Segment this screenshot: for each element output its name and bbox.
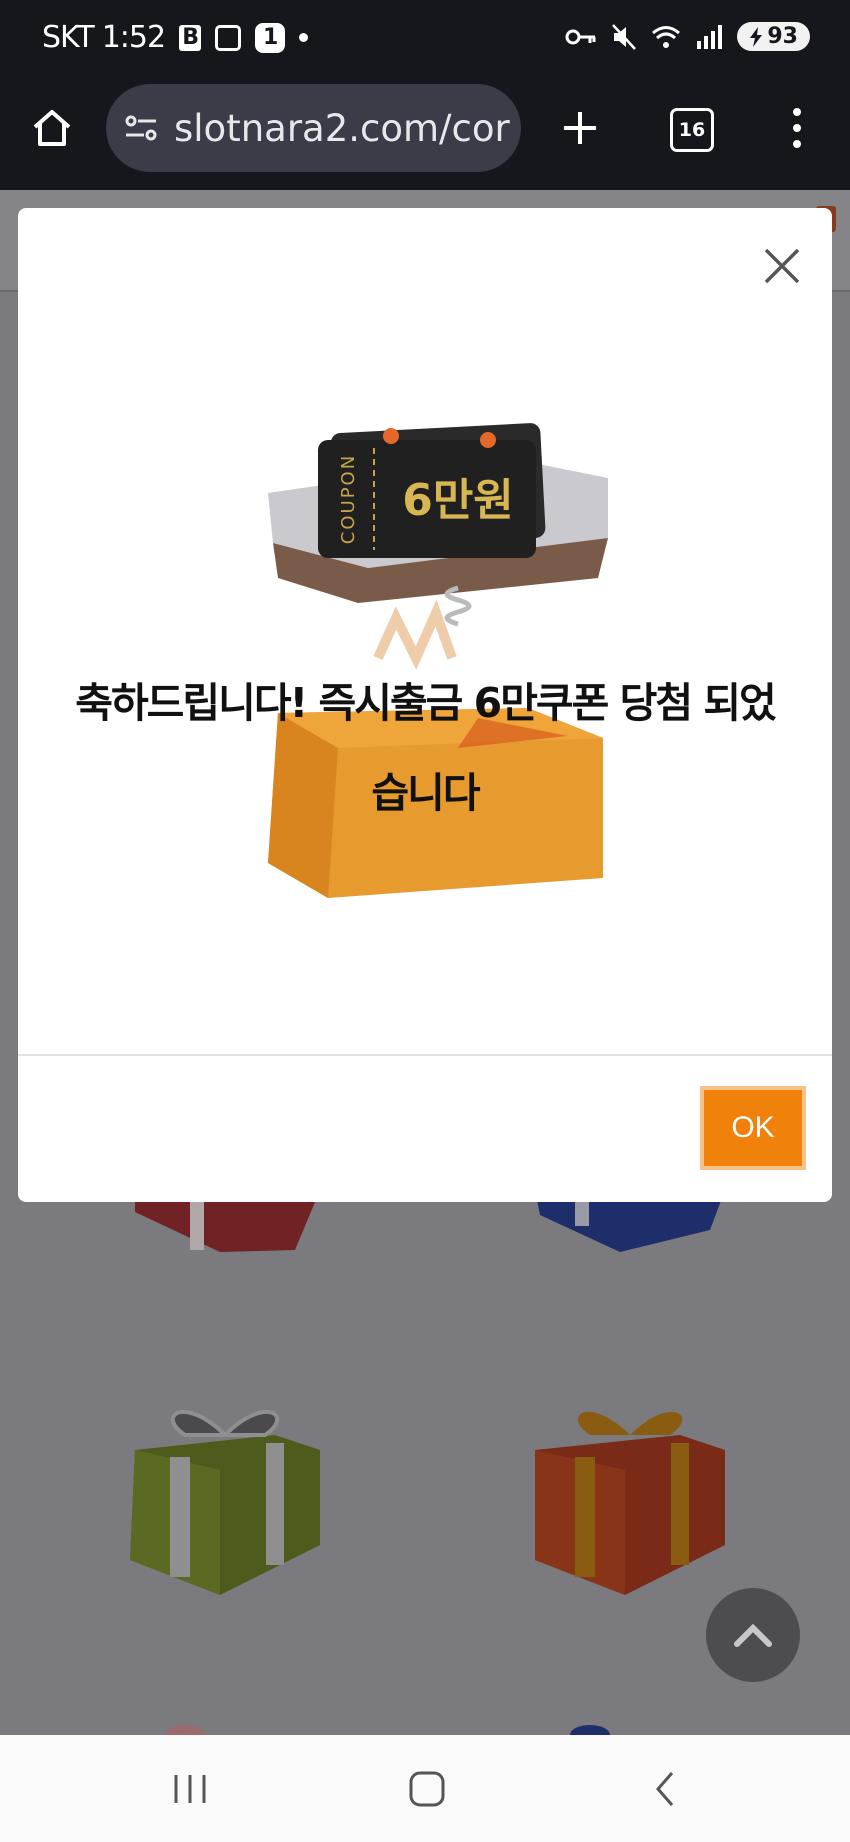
orange-gift-box[interactable]	[530, 1395, 730, 1595]
more-menu-icon[interactable]	[782, 106, 812, 150]
congratulations-line-2: 습니다	[371, 769, 480, 817]
system-navigation-bar	[0, 1735, 850, 1842]
red-gift-box[interactable]	[130, 1190, 330, 1270]
status-right: 93	[565, 22, 810, 51]
notification-badge: 1	[255, 22, 286, 53]
scroll-to-top-button[interactable]	[706, 1588, 800, 1682]
new-tab-icon[interactable]	[560, 108, 600, 148]
screenshot-icon	[215, 24, 242, 51]
pink-gift-partial	[165, 1725, 205, 1735]
recent-apps-icon	[174, 1775, 206, 1803]
clock: 1:52	[101, 20, 166, 55]
vpn-key-icon	[565, 29, 596, 44]
blue-gift-partial	[570, 1725, 610, 1735]
charging-bolt-icon	[750, 26, 763, 47]
mute-icon	[612, 23, 637, 50]
congratulations-line-1: 축하드립니다! 즉시출금 6만쿠폰 당첨 되었	[75, 679, 777, 727]
status-left: SKT 1:52 B 1	[42, 20, 309, 55]
home-icon[interactable]	[30, 106, 74, 150]
battery-indicator: 93	[737, 22, 810, 51]
status-bar: SKT 1:52 B 1 93	[0, 0, 850, 78]
chevron-up-icon	[734, 1623, 772, 1647]
url-text: slotnara2.com/cor	[174, 106, 510, 150]
site-settings-icon[interactable]	[124, 113, 158, 143]
back-button[interactable]	[640, 1767, 690, 1811]
coupon-win-dialog: COUPON 6만원 축하드립니다! 즉시출금 6만쿠폰 당첨 되었 습니다 O…	[18, 208, 832, 1202]
b-app-icon: B	[179, 24, 202, 51]
more-notifications-dot	[299, 33, 309, 42]
coupon-ticket-label: COUPON	[338, 454, 359, 544]
recent-apps-button[interactable]	[165, 1767, 215, 1811]
blue-gift-box[interactable]	[535, 1190, 735, 1270]
wifi-icon	[652, 25, 681, 48]
home-square-icon	[409, 1771, 445, 1807]
modal-divider	[18, 1054, 832, 1056]
congratulations-message: 축하드립니다! 즉시출금 6만쿠폰 당첨 되었 습니다	[18, 658, 832, 838]
tab-switcher-button[interactable]: 16	[670, 108, 714, 152]
battery-level: 93	[767, 24, 798, 49]
carrier-label: SKT	[42, 20, 95, 55]
green-gift-box[interactable]	[125, 1395, 325, 1595]
browser-toolbar: slotnara2.com/cor 16	[0, 78, 850, 190]
close-icon[interactable]	[760, 244, 804, 288]
address-bar[interactable]: slotnara2.com/cor	[106, 84, 521, 172]
ok-button[interactable]: OK	[700, 1086, 806, 1170]
back-chevron-icon	[656, 1772, 674, 1806]
signal-icon	[697, 24, 723, 49]
home-button[interactable]	[402, 1767, 452, 1811]
coupon-ticket-amount: 6만원	[402, 475, 514, 526]
